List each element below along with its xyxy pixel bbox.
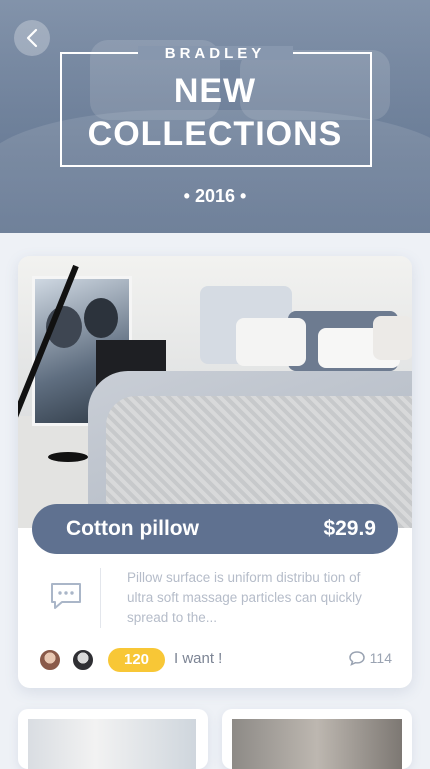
- collection-year: • 2016 •: [183, 186, 247, 206]
- product-price: $29.9: [323, 517, 376, 540]
- poster-figure: [84, 298, 118, 338]
- avatar[interactable]: [38, 648, 62, 672]
- product-card-preview[interactable]: [18, 709, 208, 769]
- product-card[interactable]: Cotton pillow $29.9 Pillow surface is un…: [18, 256, 412, 688]
- pillow: [236, 318, 306, 366]
- message-dots-icon: [51, 583, 81, 609]
- hero-banner: BRADLEY NEW COLLECTIONS • 2016 •: [0, 0, 430, 233]
- product-name: Cotton pillow: [66, 517, 199, 540]
- collection-title-line2: COLLECTIONS: [87, 115, 343, 153]
- product-description: Pillow surface is uniform distribu tion …: [127, 570, 362, 625]
- lamp-base: [48, 452, 88, 462]
- collection-title-line1: NEW: [173, 72, 257, 110]
- comment-count: 114: [369, 650, 392, 666]
- preview-image: [232, 719, 402, 769]
- product-card-preview[interactable]: [222, 709, 412, 769]
- comments-button[interactable]: 114: [348, 650, 392, 666]
- comment-bubble-icon: [348, 651, 365, 666]
- chevron-left-icon: [26, 28, 38, 48]
- product-photo: [18, 256, 412, 528]
- description-row: Pillow surface is uniform distribu tion …: [18, 556, 412, 636]
- pillow: [373, 316, 412, 360]
- vertical-divider: [100, 568, 101, 628]
- want-count-badge: 120: [108, 648, 165, 672]
- product-price-bar[interactable]: Cotton pillow $29.9: [32, 504, 398, 554]
- avatar[interactable]: [71, 648, 95, 672]
- brand-label: BRADLEY: [164, 45, 266, 62]
- engagement-row: 120 I want ! 114: [18, 644, 412, 678]
- message-button[interactable]: [48, 580, 84, 617]
- preview-image: [28, 719, 196, 769]
- i-want-button[interactable]: I want !: [174, 650, 222, 667]
- back-button[interactable]: [14, 20, 50, 56]
